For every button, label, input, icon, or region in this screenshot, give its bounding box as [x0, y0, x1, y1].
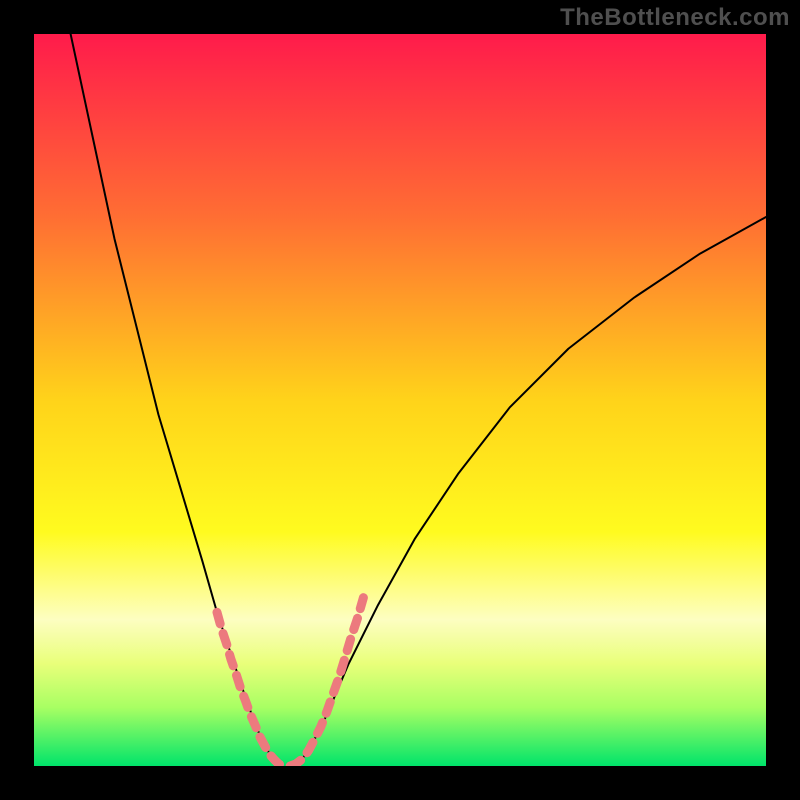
chart-background — [34, 34, 766, 766]
watermark-text: TheBottleneck.com — [560, 4, 790, 32]
chart-svg — [34, 34, 766, 766]
plot-area — [34, 34, 766, 766]
chart-frame: TheBottleneck.com — [0, 0, 800, 800]
